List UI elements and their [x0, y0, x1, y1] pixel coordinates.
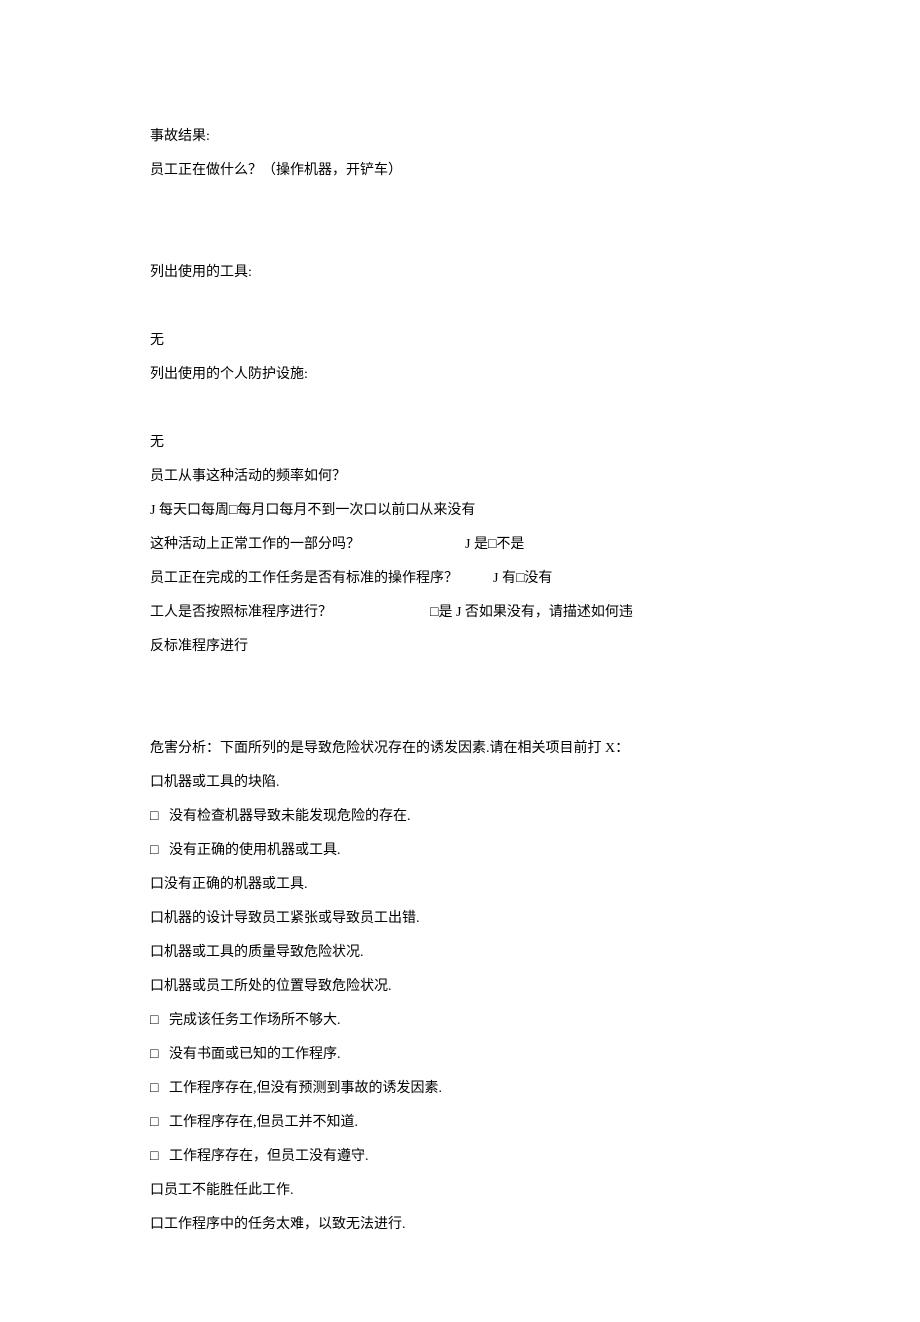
- hazard-item-3[interactable]: □ 没有正确的使用机器或工具.: [150, 834, 770, 868]
- hazard-item-6[interactable]: 口机器或工具的质量导致危险状况.: [150, 936, 770, 970]
- tools-label: 列出使用的工具:: [150, 256, 770, 290]
- hazard-item-7[interactable]: 口机器或员工所处的位置导致危险状况.: [150, 970, 770, 1004]
- ppe-value: 无: [150, 426, 770, 460]
- sop-row: 员工正在完成的工作任务是否有标准的操作程序？ J 有□没有: [150, 562, 770, 596]
- sop-label: 员工正在完成的工作任务是否有标准的操作程序？: [150, 571, 458, 586]
- normal-work-label: 这种活动上正常工作的一部分吗？: [150, 537, 360, 552]
- hazard-item-9[interactable]: □ 没有书面或已知的工作程序.: [150, 1038, 770, 1072]
- sop-options[interactable]: J 有□没有: [493, 571, 552, 586]
- document-page: 事故结果: 员工正在做什么？（操作机器，开铲车） 列出使用的工具: 无 列出使用…: [0, 0, 920, 1322]
- hazard-item-11[interactable]: □ 工作程序存在,但员工并不知道.: [150, 1106, 770, 1140]
- tools-value: 无: [150, 324, 770, 358]
- hazard-item-12[interactable]: □ 工作程序存在，但员工没有遵守.: [150, 1140, 770, 1174]
- hazard-item-10[interactable]: □ 工作程序存在,但没有预测到事故的诱发因素.: [150, 1072, 770, 1106]
- hazard-item-13[interactable]: 口员工不能胜任此工作.: [150, 1174, 770, 1208]
- hazard-item-2[interactable]: □ 没有检查机器导致未能发现危险的存在.: [150, 800, 770, 834]
- hazard-item-14[interactable]: 口工作程序中的任务太难，以致无法进行.: [150, 1208, 770, 1242]
- hazard-item-1[interactable]: 口机器或工具的块陷.: [150, 766, 770, 800]
- frequency-options[interactable]: J 每天口每周□每月口每月不到一次口以前口从来没有: [150, 494, 770, 528]
- frequency-label: 员工从事这种活动的频率如何？: [150, 460, 770, 494]
- followed-options[interactable]: □是 J 否如果没有，请描述如何违: [430, 605, 633, 620]
- hazard-item-5[interactable]: 口机器的设计导致员工紧张或导致员工出错.: [150, 902, 770, 936]
- followed-cont: 反标准程序进行: [150, 630, 770, 664]
- followed-label: 工人是否按照标准程序进行？: [150, 605, 332, 620]
- hazard-item-4[interactable]: 口没有正确的机器或工具.: [150, 868, 770, 902]
- ppe-label: 列出使用的个人防护设施:: [150, 358, 770, 392]
- normal-work-options[interactable]: J 是□不是: [465, 537, 524, 552]
- hazard-item-8[interactable]: □ 完成该任务工作场所不够大.: [150, 1004, 770, 1038]
- followed-row: 工人是否按照标准程序进行？ □是 J 否如果没有，请描述如何违: [150, 596, 770, 630]
- normal-work-row: 这种活动上正常工作的一部分吗？ J 是□不是: [150, 528, 770, 562]
- accident-result-label: 事故结果:: [150, 120, 770, 154]
- hazard-header: 危害分析：下面所列的是导致危险状况存在的诱发因素.请在相关项目前打 X：: [150, 732, 770, 766]
- employee-doing-label: 员工正在做什么？（操作机器，开铲车）: [150, 154, 770, 188]
